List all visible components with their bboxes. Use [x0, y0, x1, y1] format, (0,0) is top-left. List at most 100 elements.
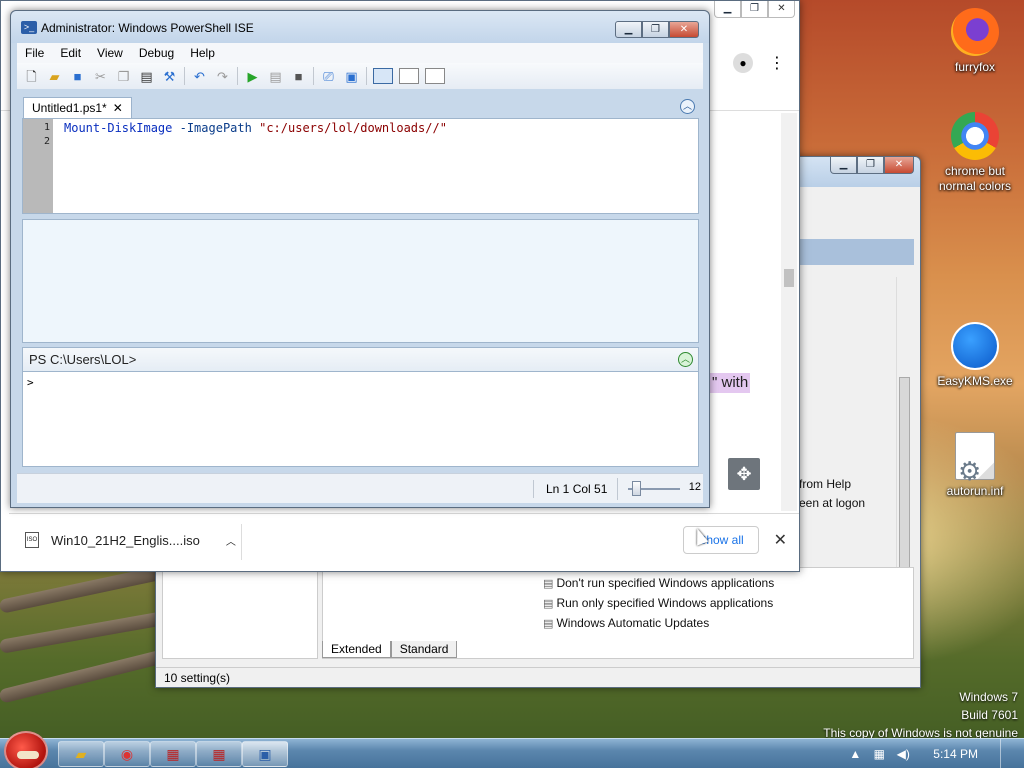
download-file-name: Win10_21H2_Englis....iso	[51, 532, 200, 548]
expand-console-icon[interactable]: ︿	[678, 352, 693, 367]
watermark-line: Build 7601	[961, 708, 1018, 722]
console-prompt-path: PS C:\Users\LOL>	[29, 352, 137, 367]
line-number-gutter: 1 2	[23, 119, 53, 213]
scroll-thumb[interactable]	[784, 269, 794, 287]
menu-help[interactable]: Help	[182, 46, 223, 60]
code-command: Mount-DiskImage	[64, 121, 173, 135]
cursor-position: Ln 1 Col 51	[533, 480, 613, 498]
easykms-icon	[951, 322, 999, 370]
toolbar-separator	[237, 67, 238, 85]
gp-setting-fragment[interactable]: een at logon	[799, 494, 865, 513]
tab-untitled1[interactable]: Untitled1.ps1* ✕	[23, 97, 132, 119]
browser-menu-icon[interactable]: ⋮	[769, 53, 785, 73]
close-button[interactable]: ✕	[669, 21, 699, 38]
highlighted-text: " with	[710, 373, 750, 393]
show-script-pane-right-icon[interactable]	[399, 68, 419, 84]
paste-icon[interactable]: ▤	[138, 68, 155, 85]
gp-setting-fragment[interactable]: from Help	[799, 475, 865, 494]
redo-icon[interactable]: ↷	[214, 68, 231, 85]
clock[interactable]: 5:14 PM	[933, 747, 978, 761]
taskbar-powershell-icon[interactable]: ▣	[242, 741, 288, 767]
minimize-button[interactable]: ▁	[830, 157, 857, 174]
menu-file[interactable]: File	[17, 46, 52, 60]
list-item[interactable]: Windows Automatic Updates	[543, 614, 774, 634]
iso-file-icon: ISO	[25, 532, 39, 548]
divider	[241, 524, 242, 560]
script-editor[interactable]: 1 2 Mount-DiskImage -ImagePath "c:/users…	[22, 118, 699, 214]
status-bar: Ln 1 Col 51 12	[17, 473, 703, 503]
browser-caption-buttons: ▁ ❐ ✕	[714, 1, 795, 18]
system-tray: ▲ ▦ ◀) 5:14 PM	[847, 739, 1024, 768]
line-number: 1	[43, 122, 50, 133]
show-hidden-icons-icon[interactable]: ▲	[847, 747, 863, 761]
desktop-icon-chrome[interactable]: chrome but normal colors	[932, 112, 1018, 194]
gp-settings-list: Don't run specified Windows applications…	[543, 574, 774, 634]
desktop-icon-autorun[interactable]: autorun.inf	[932, 432, 1018, 499]
cut-icon[interactable]: ✂	[92, 68, 109, 85]
watermark-line: Windows 7	[959, 690, 1018, 704]
close-button[interactable]: ✕	[884, 157, 914, 174]
menu-edit[interactable]: Edit	[52, 46, 89, 60]
new-file-icon[interactable]: 🗋	[23, 68, 40, 85]
undo-icon[interactable]: ↶	[191, 68, 208, 85]
chrome-icon	[951, 112, 999, 160]
browser-scrollbar[interactable]	[781, 113, 797, 511]
maximize-button[interactable]: ❐	[642, 21, 669, 38]
save-icon[interactable]: ■	[69, 68, 86, 85]
menu-debug[interactable]: Debug	[131, 46, 182, 60]
run-script-icon[interactable]: ▶	[244, 68, 261, 85]
list-item[interactable]: Don't run specified Windows applications	[543, 574, 774, 594]
taskbar-explorer-icon[interactable]: ▰	[58, 741, 104, 767]
console-header: PS C:\Users\LOL> ︿	[22, 347, 699, 371]
volume-icon[interactable]: ◀)	[895, 747, 911, 761]
profile-avatar-icon[interactable]: ●	[733, 53, 753, 73]
maximize-button[interactable]: ❐	[857, 157, 884, 174]
minimize-button[interactable]: ▁	[615, 21, 642, 38]
taskbar-app-icon[interactable]: ▦	[196, 741, 242, 767]
toolbar-separator	[184, 67, 185, 85]
tab-standard[interactable]: Standard	[390, 641, 458, 658]
show-desktop-button[interactable]	[1000, 739, 1012, 768]
gp-tree-pane[interactable]	[162, 567, 318, 659]
desktop-icon-furryfox[interactable]: furryfox	[932, 8, 1018, 75]
chevron-up-icon[interactable]: ︿	[226, 533, 236, 548]
powershell-console-icon[interactable]: ▣	[343, 68, 360, 85]
show-script-pane-maximized-icon[interactable]	[425, 68, 445, 84]
close-tab-icon[interactable]: ✕	[113, 101, 123, 115]
inf-file-icon	[955, 432, 995, 480]
show-script-pane-top-icon[interactable]	[373, 68, 393, 84]
remote-powershell-icon[interactable]: ⎚	[320, 68, 337, 85]
run-selection-icon[interactable]: ▤	[267, 68, 284, 85]
toolbar-separator	[313, 67, 314, 85]
start-button-angry-bird-icon[interactable]	[4, 731, 48, 768]
list-item[interactable]: Run only specified Windows applications	[543, 594, 774, 614]
taskbar-chrome-icon[interactable]: ◉	[104, 741, 150, 767]
network-icon[interactable]: ▦	[871, 747, 887, 761]
ise-caption-buttons: ▁ ❐ ✕	[615, 21, 699, 38]
window-title: Administrator: Windows PowerShell ISE	[41, 21, 254, 35]
download-item[interactable]: ISO Win10_21H2_Englis....iso ︿	[25, 532, 236, 548]
menu-view[interactable]: View	[89, 46, 131, 60]
open-folder-icon[interactable]: ▰	[46, 68, 63, 85]
copy-icon[interactable]: ❐	[115, 68, 132, 85]
close-button[interactable]: ✕	[768, 1, 795, 18]
console-input[interactable]: >	[22, 371, 699, 467]
maximize-button[interactable]: ❐	[741, 1, 768, 18]
collapse-script-pane-icon[interactable]: ︿	[680, 99, 695, 114]
gp-setting-fragments: from Help een at logon	[799, 475, 865, 513]
output-pane[interactable]	[22, 219, 699, 343]
code-line-1[interactable]: Mount-DiskImage -ImagePath "c:/users/lol…	[64, 121, 447, 135]
desktop-icon-easykms[interactable]: EasyKMS.exe	[932, 322, 1018, 389]
zoom-slider-thumb[interactable]	[632, 481, 641, 496]
code-parameter: -ImagePath	[179, 121, 252, 135]
clear-console-icon[interactable]: ⚒	[161, 68, 178, 85]
gp-caption-buttons: ▁ ❐ ✕	[830, 157, 914, 174]
desktop-icon-label: autorun.inf	[946, 484, 1004, 498]
tab-extended[interactable]: Extended	[322, 641, 391, 658]
close-download-bar-icon[interactable]: ✕	[774, 530, 787, 550]
stop-icon[interactable]: ■	[290, 68, 307, 85]
gp-header-band	[799, 239, 914, 265]
zoom-value: 12	[688, 481, 701, 493]
minimize-button[interactable]: ▁	[714, 1, 741, 18]
taskbar-app-icon[interactable]: ▦	[150, 741, 196, 767]
